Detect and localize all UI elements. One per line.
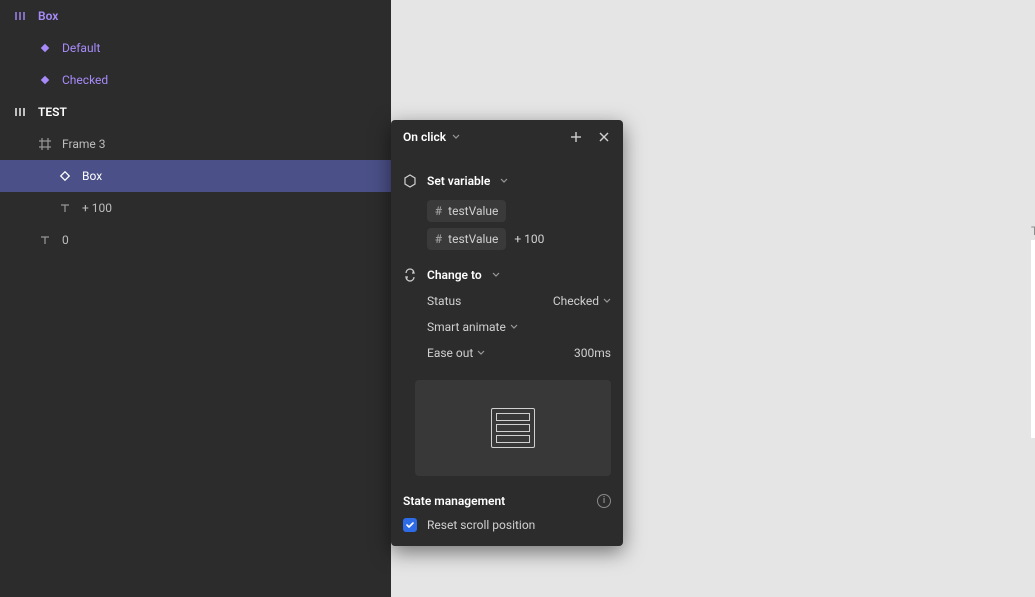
chevron-down-icon — [510, 320, 518, 334]
layers-panel: Box Default Checked TEST Frame 3 Box — [0, 0, 391, 597]
diamond-icon — [38, 41, 52, 55]
layer-variant-default[interactable]: Default — [0, 32, 391, 64]
chevron-down-icon — [500, 174, 508, 188]
animation-select[interactable]: Smart animate — [427, 320, 518, 334]
layer-box-component[interactable]: Box — [0, 0, 391, 32]
swap-icon — [403, 268, 417, 282]
set-variable-action[interactable]: Set variable — [403, 168, 611, 194]
chevron-down-icon — [452, 130, 460, 144]
layer-label: TEST — [38, 105, 67, 119]
chevron-down-icon — [477, 346, 485, 360]
layer-label: + 100 — [82, 201, 112, 215]
frame-icon — [38, 137, 52, 151]
panel-header: On click — [391, 120, 623, 154]
layer-plus100-text[interactable]: + 100 — [0, 192, 391, 224]
layer-label: Box — [38, 9, 58, 23]
change-to-action[interactable]: Change to — [403, 262, 611, 288]
info-icon[interactable]: i — [597, 494, 611, 508]
action-label: Change to — [427, 268, 482, 282]
layer-variant-checked[interactable]: Checked — [0, 64, 391, 96]
expression-suffix: + 100 — [514, 232, 544, 246]
hash-icon: # — [435, 204, 442, 218]
layer-label: Frame 3 — [62, 137, 105, 151]
property-value-select[interactable]: Checked — [553, 294, 611, 308]
layer-frame3[interactable]: Frame 3 — [0, 128, 391, 160]
layer-label: Default — [62, 41, 100, 55]
close-panel-button[interactable] — [597, 130, 611, 144]
variable-name: testValue — [448, 204, 498, 218]
text-icon — [38, 233, 52, 247]
reset-scroll-checkbox[interactable] — [403, 518, 417, 532]
preview-graphic — [491, 408, 535, 448]
layer-test-frame[interactable]: TEST — [0, 96, 391, 128]
action-label: Set variable — [427, 174, 490, 188]
section-label: State management — [403, 494, 505, 508]
trigger-select[interactable]: On click — [403, 130, 446, 144]
property-name: Status — [427, 294, 461, 308]
variable-target-chip[interactable]: # testValue — [427, 200, 506, 222]
instance-diamond-icon — [58, 169, 72, 183]
hash-icon: # — [435, 232, 442, 246]
text-icon — [58, 201, 72, 215]
test-frame[interactable] — [1031, 240, 1035, 438]
variant-stack-icon — [14, 9, 28, 23]
layer-label: Box — [82, 169, 102, 183]
add-action-button[interactable] — [569, 130, 583, 144]
checkbox-label: Reset scroll position — [427, 518, 535, 532]
interaction-panel: On click Set variable # — [391, 120, 623, 546]
easing-select[interactable]: Ease out — [427, 346, 485, 360]
property-status-row: Status Checked — [403, 288, 611, 314]
layer-label: 0 — [62, 233, 69, 247]
variable-expression-chip[interactable]: # testValue — [427, 228, 506, 250]
diamond-icon — [38, 73, 52, 87]
chevron-down-icon — [603, 294, 611, 308]
chevron-down-icon — [492, 268, 500, 282]
variant-stack-icon — [14, 105, 28, 119]
animation-row: Smart animate — [403, 314, 611, 340]
canvas-test-label[interactable]: TEST — [1031, 224, 1035, 238]
duration-input[interactable]: 300ms — [574, 346, 611, 360]
layer-label: Checked — [62, 73, 108, 87]
variable-name: testValue — [448, 232, 498, 246]
hexagon-icon — [403, 174, 417, 188]
state-management-header: State management i — [391, 476, 623, 514]
layer-box-instance[interactable]: Box — [0, 160, 391, 192]
layer-zero-text[interactable]: 0 — [0, 224, 391, 256]
animation-preview — [415, 380, 611, 476]
easing-row: Ease out 300ms — [403, 340, 611, 366]
reset-scroll-row: Reset scroll position — [391, 514, 623, 532]
